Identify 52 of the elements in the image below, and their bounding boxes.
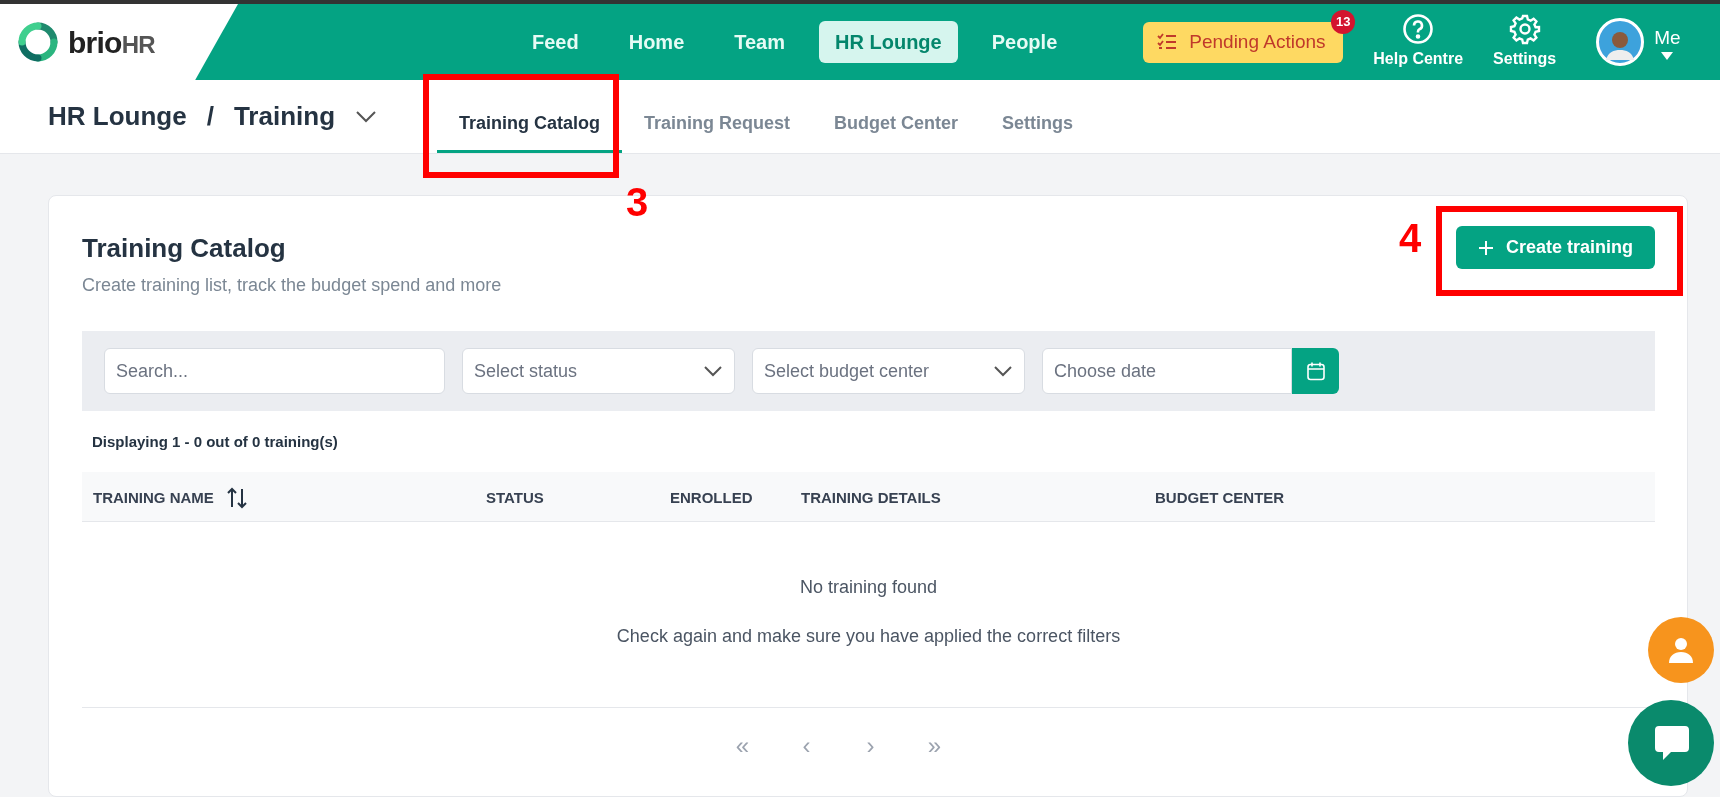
- settings-icon: [1508, 13, 1541, 45]
- date-field[interactable]: Choose date: [1042, 348, 1292, 394]
- calendar-button[interactable]: [1292, 348, 1339, 394]
- column-header: ENROLLED: [670, 487, 753, 508]
- checklist-icon: [1157, 33, 1178, 51]
- top-action-button[interactable]: Settings: [1493, 13, 1557, 71]
- pagination-button[interactable]: «: [730, 727, 755, 764]
- breadcrumb-text: HR Lounge: [48, 100, 187, 133]
- nav-link[interactable]: Home: [612, 21, 701, 63]
- sort-icon[interactable]: [225, 486, 248, 509]
- avatar-icon[interactable]: [1596, 18, 1645, 66]
- chevron-down-icon[interactable]: [355, 109, 377, 124]
- search-field[interactable]: Search...: [104, 348, 445, 394]
- column-header: TRAINING DETAILS: [801, 487, 941, 508]
- select-dropdown[interactable]: Select budget center: [752, 348, 1025, 394]
- column-header: BUDGET CENTER: [1155, 487, 1285, 508]
- tab[interactable]: Training Catalog: [437, 80, 623, 153]
- breadcrumb-text: Training: [233, 100, 335, 133]
- chevron-down-icon: [993, 365, 1013, 377]
- page-subtitle: Create training list, track the budget spend and more: [82, 274, 502, 297]
- tab[interactable]: Training Request: [622, 80, 813, 153]
- plus-icon: [1477, 239, 1494, 256]
- logo-icon: [16, 20, 60, 64]
- page-title: Training Catalog: [82, 232, 287, 265]
- caret-icon[interactable]: [1661, 52, 1674, 61]
- nav-link[interactable]: Feed: [516, 21, 595, 63]
- calendar-icon: [1305, 361, 1326, 381]
- chevron-down-icon: [703, 365, 723, 377]
- column-header: STATUS: [486, 487, 544, 508]
- notification-badge: 13: [1331, 9, 1356, 34]
- annotation-number: 4: [1399, 215, 1422, 262]
- tab[interactable]: Settings: [980, 80, 1096, 153]
- pagination-button[interactable]: ‹: [794, 727, 819, 764]
- tab[interactable]: Budget Center: [812, 80, 981, 153]
- pagination-button[interactable]: ›: [858, 727, 883, 764]
- help-icon: [1402, 13, 1435, 45]
- person-icon: [1669, 637, 1693, 663]
- select-dropdown[interactable]: Select status: [462, 348, 735, 394]
- nav-link[interactable]: People: [975, 21, 1074, 63]
- annotation-number: 3: [626, 179, 649, 226]
- top-action-button[interactable]: Help Centre: [1373, 13, 1464, 71]
- brand-logo-text: brioHR: [68, 24, 155, 61]
- create-training-button[interactable]: Create training: [1455, 226, 1655, 269]
- nav-link[interactable]: Team: [718, 21, 802, 63]
- breadcrumb-text: /: [206, 100, 214, 133]
- pagination-button[interactable]: »: [922, 727, 947, 764]
- result-count: Displaying 1 - 0 out of 0 training(s): [92, 432, 339, 452]
- user-label[interactable]: Me: [1654, 23, 1681, 53]
- empty-state-title: No training found: [799, 575, 938, 599]
- empty-state-message: Check again and make sure you have applied the correct filters: [616, 624, 1121, 648]
- column-header[interactable]: TRAINING NAME: [93, 486, 248, 509]
- nav-link[interactable]: HR Lounge: [819, 21, 958, 63]
